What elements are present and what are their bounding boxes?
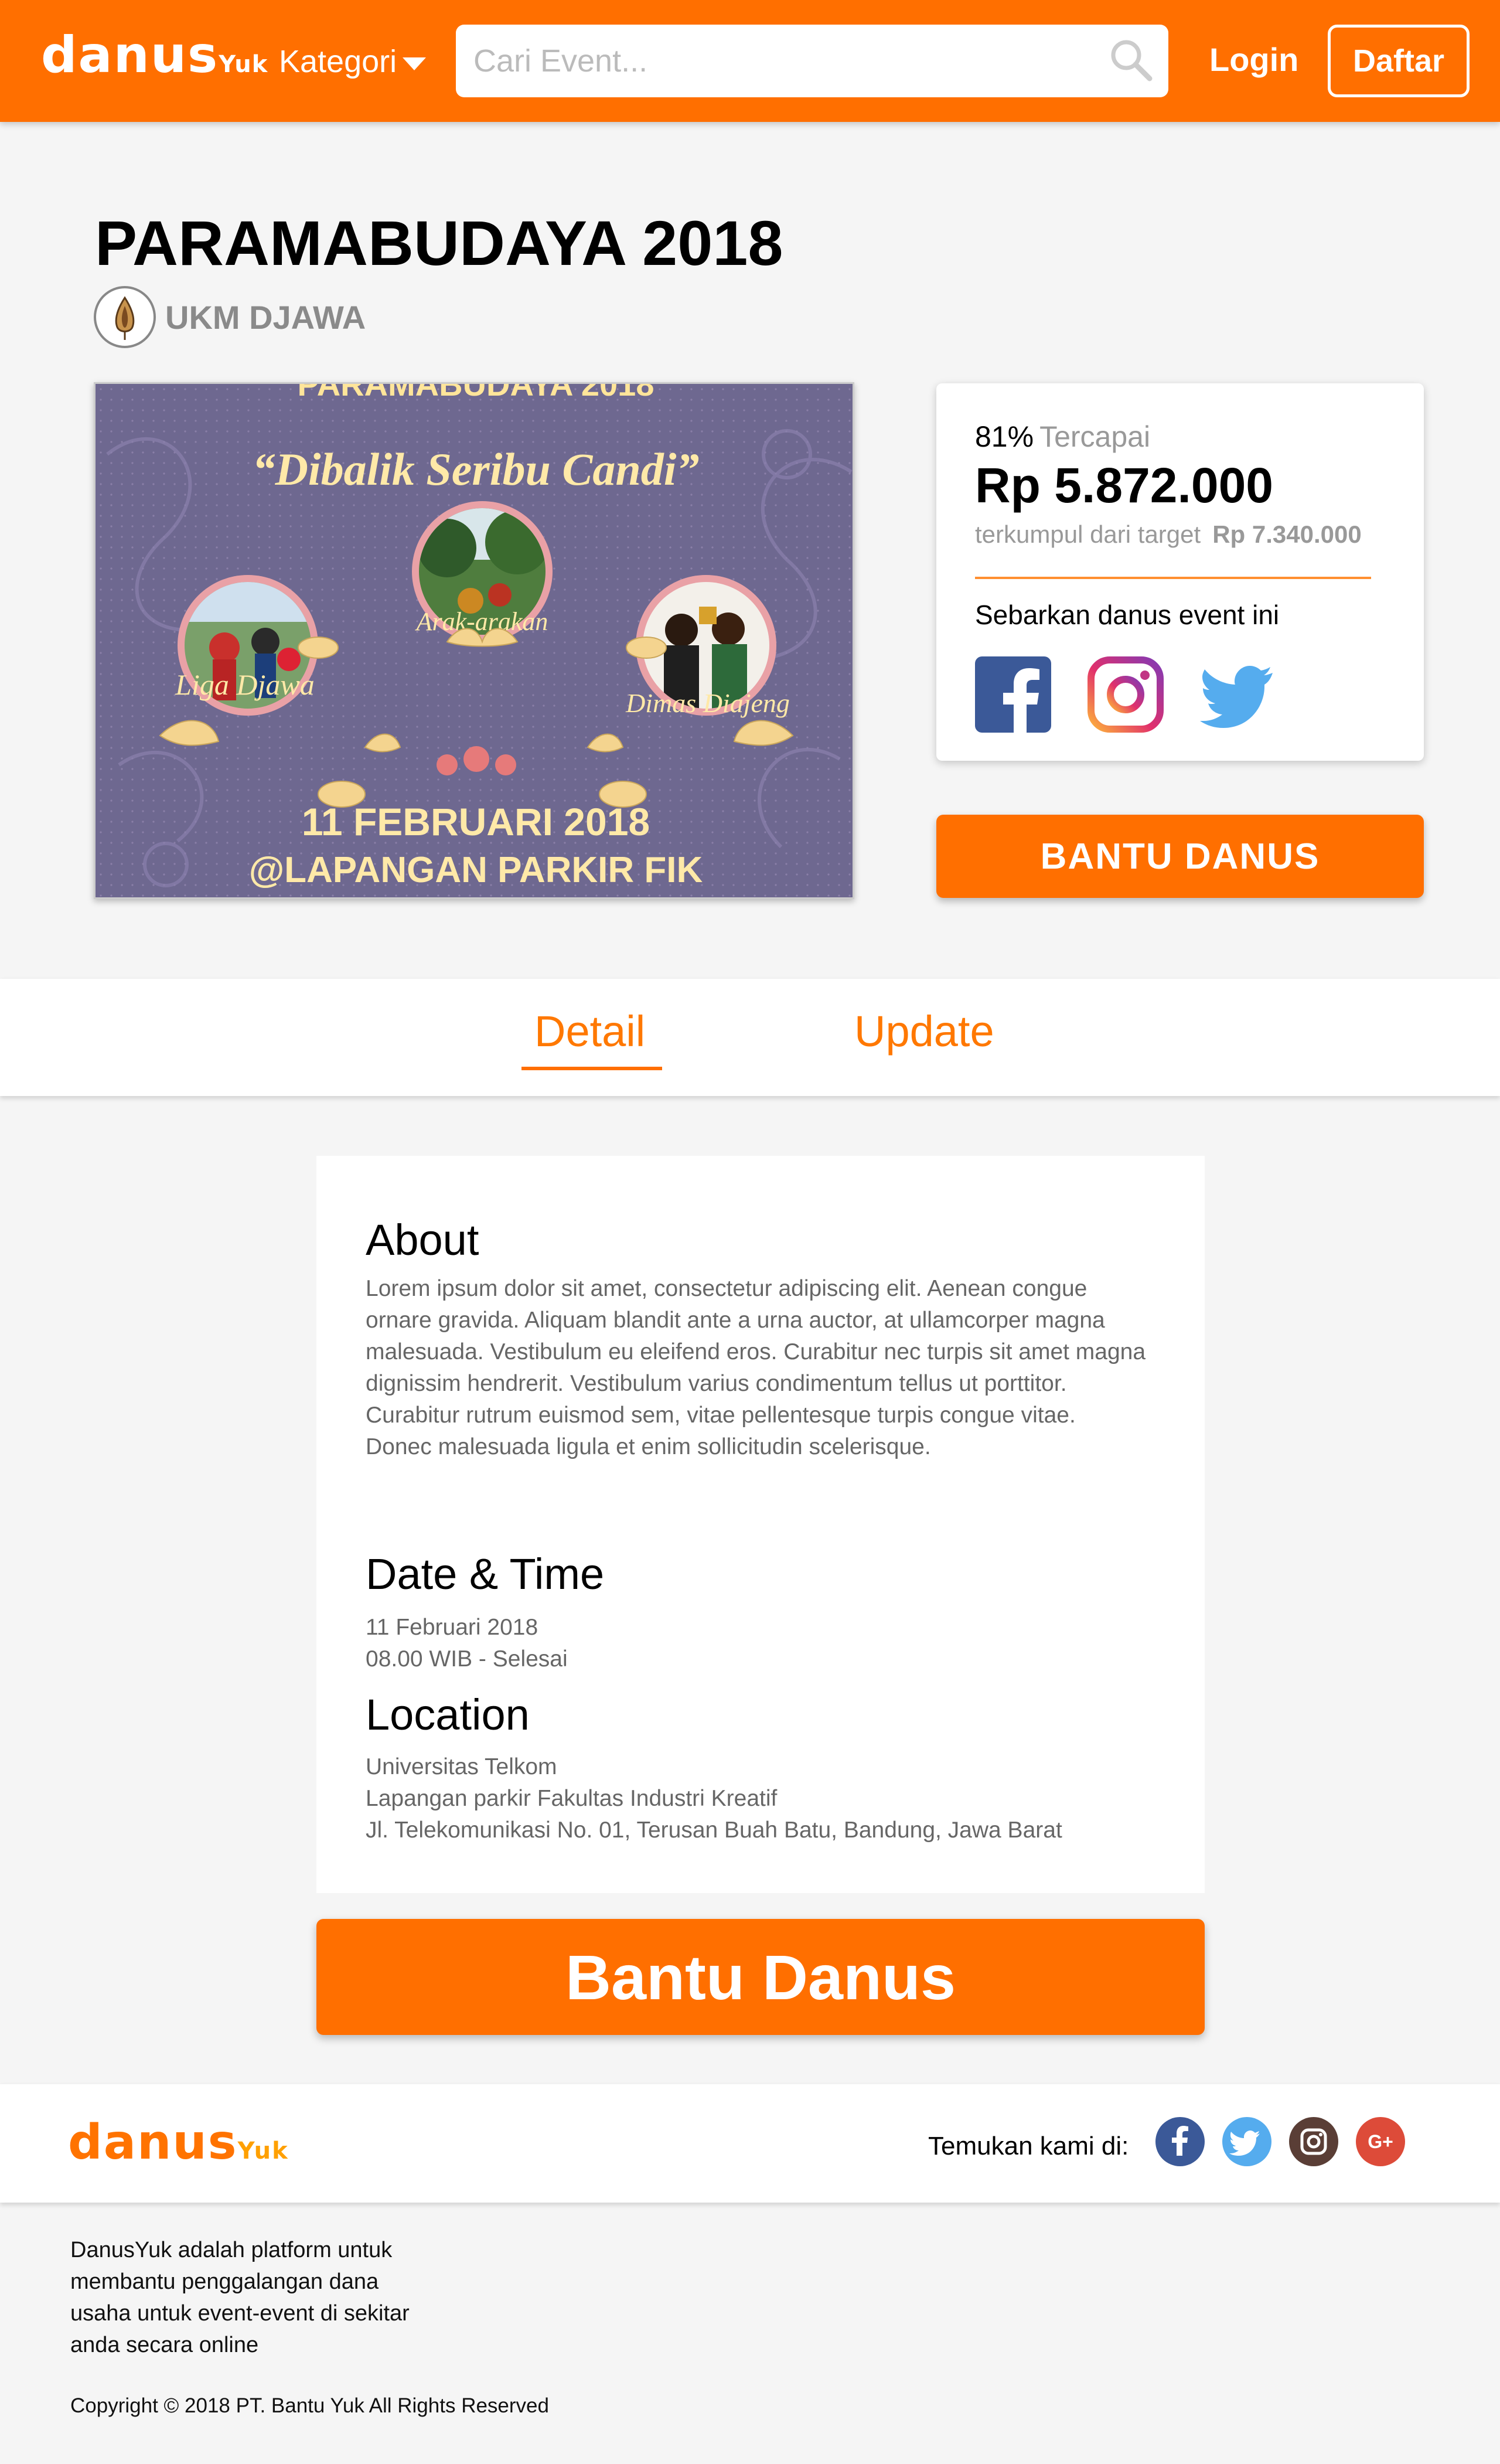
about-line: Donec malesuada ligula et enim sollicitu… (366, 1434, 931, 1459)
bantu-danus-button[interactable]: BANTU DANUS (936, 815, 1424, 898)
poster-artwork: PARAMABUDAYA 2018 “Dibalik Seribu Candi”… (96, 384, 853, 899)
logo-main: danus (41, 26, 219, 84)
wayang-logo-icon (115, 296, 135, 340)
poster-time: 08.00 WIB - SELESAI (313, 893, 638, 899)
location-heading: Location (366, 1690, 530, 1739)
event-time: 08.00 WIB - Selesai (366, 1646, 568, 1672)
kategori-dropdown[interactable]: Kategori (279, 41, 427, 82)
facebook-glyph-icon (1172, 2126, 1188, 2156)
funding-percent: 81% Tercapai (975, 416, 1150, 457)
search-icon[interactable] (1107, 36, 1154, 83)
facebook-icon[interactable] (1155, 2117, 1205, 2166)
event-date: 11 Februari 2018 (366, 1615, 538, 1640)
target-value: Rp 7.340.000 (1212, 520, 1362, 548)
organizer-name[interactable]: UKM DJAWA (165, 295, 366, 340)
target-label: terkumpul dari target (975, 520, 1201, 548)
google-plus-icon[interactable]: G+ (1356, 2117, 1405, 2166)
google-plus-glyph-icon: G+ (1368, 2131, 1393, 2152)
collected-amount: Rp 5.872.000 (975, 458, 1274, 513)
percent-label: Tercapai (1039, 420, 1151, 453)
share-label: Sebarkan danus event ini (975, 600, 1280, 630)
logo-sub: Yuk (219, 51, 268, 78)
event-title: PARAMABUDAYA 2018 (95, 207, 783, 278)
svg-text:G+: G+ (1368, 2131, 1393, 2152)
tab-bar: Detail Update (0, 979, 1500, 1096)
instagram-icon[interactable] (1088, 656, 1164, 733)
poster-circle-1: Liga Djawa (175, 668, 315, 701)
footer-about-line: anda secara online (70, 2333, 259, 2357)
footer-logo[interactable]: danusYuk (68, 2114, 289, 2180)
percent-value: 81% (975, 420, 1034, 453)
footer-about: DanusYuk adalah platform untuk membantu … (70, 2234, 480, 2361)
daftar-button[interactable]: Daftar (1328, 25, 1470, 97)
target-info: terkumpul dari target Rp 7.340.000 (975, 517, 1362, 552)
datetime-heading: Date & Time (366, 1550, 605, 1598)
poster-date: 11 FEBRUARI 2018 (302, 800, 650, 843)
kategori-label: Kategori (279, 44, 397, 79)
about-line: Curabitur rutrum euismod sem, vitae pell… (366, 1403, 1076, 1428)
twitter-glyph-icon (1229, 2131, 1260, 2156)
facebook-icon[interactable] (975, 656, 1051, 733)
tab-update[interactable]: Update (854, 1002, 994, 1061)
copyright-text: Copyright © 2018 PT. Bantu Yuk All Right… (70, 2394, 549, 2417)
footer-about-line: DanusYuk adalah platform untuk (70, 2238, 393, 2262)
location-line: Jl. Telekomunikasi No. 01, Terusan Buah … (366, 1818, 1062, 1843)
poster-tagline: “Dibalik Seribu Candi” (253, 444, 700, 495)
footer-bar: danusYuk Temukan kami di: G+ (0, 2084, 1500, 2203)
poster-header: PARAMABUDAYA 2018 (298, 384, 654, 403)
danusyuk-logo[interactable]: danusYuk (41, 26, 268, 94)
find-us-label: Temukan kami di: (928, 2132, 1129, 2160)
instagram-glyph-icon (1300, 2128, 1327, 2155)
organizer-avatar[interactable] (94, 286, 156, 348)
active-tab-indicator (521, 1067, 662, 1070)
card-divider (975, 577, 1371, 579)
location-line: Lapangan parkir Fakultas Industri Kreati… (366, 1786, 778, 1811)
caret-down-icon (403, 57, 427, 70)
search-input[interactable] (456, 25, 1168, 97)
about-line: Lorem ipsum dolor sit amet, consectetur … (366, 1276, 1088, 1301)
poster-place: @LAPANGAN PARKIR FIK (249, 850, 703, 890)
about-line: ornare gravida. Aliquam blandit ante a u… (366, 1308, 1105, 1333)
footer-logo-sub: Yuk (237, 2138, 289, 2164)
event-poster: PARAMABUDAYA 2018 “Dibalik Seribu Candi”… (94, 382, 854, 899)
footer-about-line: usaha untuk event-event di sekitar (70, 2301, 410, 2326)
about-line: malesuada. Vestibulum eu eleifend eros. … (366, 1339, 1146, 1364)
bantu-danus-big-button[interactable]: Bantu Danus (316, 1919, 1205, 2035)
tab-detail[interactable]: Detail (534, 1002, 645, 1061)
twitter-icon[interactable] (1222, 2117, 1271, 2166)
about-line: dignissim hendrerit. Vestibulum varius c… (366, 1371, 1067, 1396)
funding-card: 81% Tercapai Rp 5.872.000 terkumpul dari … (936, 383, 1424, 761)
footer-logo-main: danus (68, 2115, 238, 2170)
poster-circle-2: Arak-arakan (415, 607, 548, 636)
detail-card: About Lorem ipsum dolor sit amet, consec… (316, 1156, 1205, 1893)
login-link[interactable]: Login (1209, 36, 1298, 83)
poster-circle-3: Dimas Diajeng (625, 688, 790, 718)
twitter-icon[interactable] (1200, 656, 1276, 733)
navbar: danusYuk Kategori Login Daftar (0, 0, 1500, 122)
footer-about-line: membantu penggalangan dana (70, 2269, 379, 2294)
instagram-icon[interactable] (1289, 2117, 1338, 2166)
about-heading: About (366, 1216, 479, 1264)
location-line: Universitas Telkom (366, 1754, 557, 1779)
